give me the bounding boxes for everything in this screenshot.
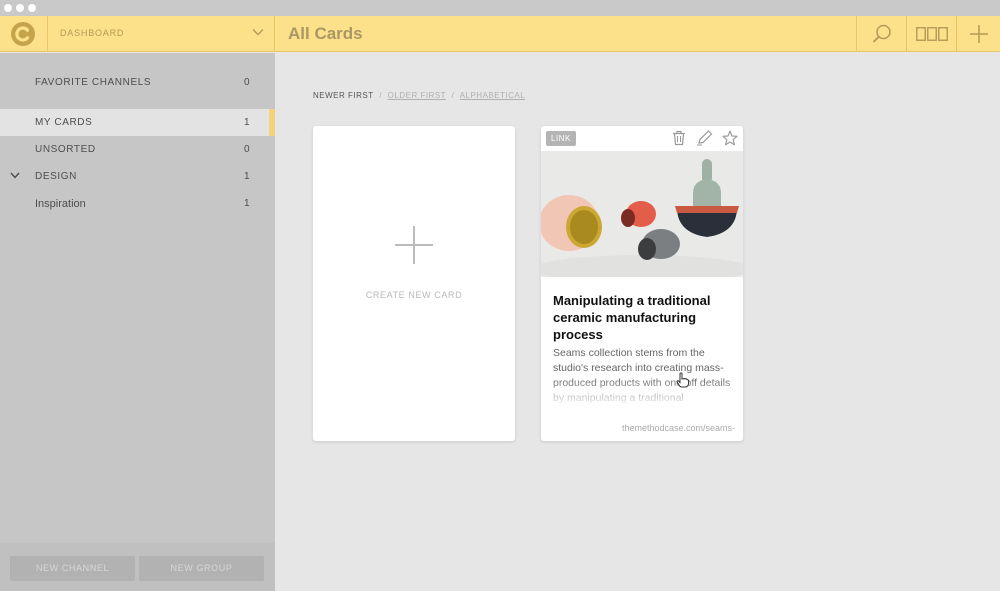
plus-icon [395, 226, 433, 264]
card-title[interactable]: Manipulating a traditional ceramic manuf… [553, 292, 733, 343]
chevron-down-icon [252, 29, 264, 36]
card-description-fade [541, 378, 743, 408]
trash-icon[interactable] [672, 130, 686, 146]
sort-options: NEWER FIRST / OLDER FIRST / ALPHABETICAL [313, 91, 525, 100]
sidebar-item-count: 1 [244, 117, 250, 128]
sidebar-item-favorite-channels[interactable]: FAVORITE CHANNELS 0 [0, 69, 275, 96]
layout-columns-icon [915, 27, 948, 41]
sort-separator: / [379, 91, 382, 100]
card-url[interactable]: themethodcase.com/seams- [622, 423, 735, 433]
search-button[interactable] [856, 16, 906, 52]
sidebar-item-label: DESIGN [35, 171, 77, 182]
window-minimize-button[interactable] [16, 4, 24, 12]
edit-pencil-icon[interactable] [696, 130, 714, 146]
card-image [541, 151, 743, 277]
sort-alphabetical[interactable]: ALPHABETICAL [460, 91, 526, 100]
sidebar-item-count: 0 [244, 144, 250, 155]
card-type-badge: LINK [546, 131, 576, 146]
page-title: All Cards [288, 24, 363, 43]
sidebar-item-count: 1 [244, 171, 250, 182]
hand-cursor-icon [676, 372, 689, 388]
sidebar-item-count: 1 [244, 198, 250, 209]
create-new-card[interactable]: CREATE NEW CARD [313, 126, 515, 441]
sidebar-item-my-cards[interactable]: MY CARDS 1 [0, 109, 275, 136]
sidebar-item-inspiration[interactable]: Inspiration 1 [0, 190, 275, 217]
sort-separator: / [451, 91, 455, 100]
plus-icon [969, 25, 988, 43]
sidebar: FAVORITE CHANNELS 0 MY CARDS 1 UNSORTED … [0, 53, 275, 591]
window-maximize-button[interactable] [28, 4, 36, 12]
window-chrome [0, 0, 1000, 16]
sidebar-item-count: 0 [244, 77, 250, 88]
sidebar-item-design[interactable]: DESIGN 1 [0, 163, 275, 190]
sidebar-item-label: FAVORITE CHANNELS [35, 77, 152, 88]
chevron-down-icon[interactable] [10, 172, 20, 179]
search-icon [872, 24, 891, 43]
sidebar-footer: NEW CHANNEL NEW GROUP [0, 543, 275, 591]
add-button[interactable] [956, 16, 1000, 52]
app-logo-icon[interactable] [0, 16, 48, 52]
sidebar-item-label: UNSORTED [35, 144, 96, 155]
sort-newer-first[interactable]: NEWER FIRST [313, 91, 373, 100]
sidebar-item-label: Inspiration [35, 198, 86, 210]
link-card[interactable]: LINK Manipulating a traditional ceramic … [541, 126, 743, 441]
star-icon[interactable] [722, 130, 738, 146]
window-close-button[interactable] [4, 4, 12, 12]
sidebar-item-label: MY CARDS [35, 117, 93, 128]
dashboard-dropdown[interactable]: DASHBOARD [48, 16, 275, 52]
top-bar: DASHBOARD All Cards [0, 16, 1000, 52]
create-card-label: CREATE NEW CARD [365, 290, 463, 300]
sort-older-first[interactable]: OLDER FIRST [388, 91, 446, 100]
dashboard-label: DASHBOARD [60, 28, 125, 38]
layout-button[interactable] [906, 16, 956, 52]
new-group-button[interactable]: NEW GROUP [139, 556, 264, 581]
new-channel-button[interactable]: NEW CHANNEL [10, 556, 135, 581]
sidebar-item-unsorted[interactable]: UNSORTED 0 [0, 136, 275, 163]
